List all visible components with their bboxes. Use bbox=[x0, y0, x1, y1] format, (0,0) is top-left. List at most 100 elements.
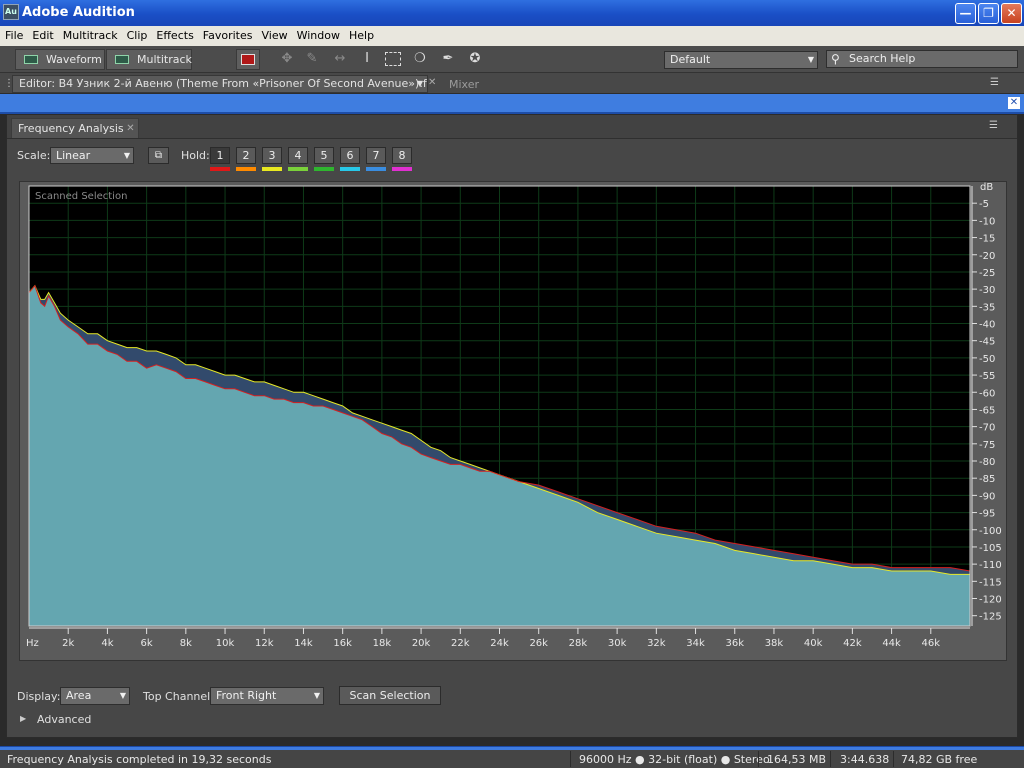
hold-button-7[interactable]: 7 bbox=[366, 147, 386, 164]
menu-multitrack[interactable]: Multitrack bbox=[58, 26, 122, 42]
editor-tab-label: Editor: B4 Узник 2-й Авеню (Theme From «… bbox=[19, 77, 428, 90]
y-tick-label: -55 bbox=[979, 371, 995, 382]
x-tick-label: 16k bbox=[333, 638, 352, 649]
x-tick-label: 14k bbox=[294, 638, 313, 649]
scan-selection-button[interactable]: Scan Selection bbox=[339, 686, 441, 705]
hold-button-8[interactable]: 8 bbox=[392, 147, 412, 164]
move-tool-icon[interactable]: ✥ bbox=[278, 51, 296, 67]
y-tick-label: -5 bbox=[979, 199, 989, 210]
document-tab-bar: ⋮ Editor: B4 Узник 2-й Авеню (Theme From… bbox=[0, 73, 1024, 94]
y-tick-label: -110 bbox=[979, 560, 1002, 571]
tab-editor[interactable]: Editor: B4 Узник 2-й Авеню (Theme From «… bbox=[12, 75, 428, 93]
waveform-view-button[interactable]: Waveform bbox=[15, 49, 105, 70]
y-tick-label: -15 bbox=[979, 234, 995, 245]
tab-frequency-analysis[interactable]: Frequency Analysis ✕ bbox=[11, 118, 139, 138]
panel-menu-icon[interactable]: ☰ bbox=[989, 120, 998, 131]
display-dropdown[interactable]: Area ▼ bbox=[60, 687, 130, 705]
scale-value: Linear bbox=[56, 149, 91, 162]
menu-clip[interactable]: Clip bbox=[122, 26, 152, 42]
y-tick-label: -25 bbox=[979, 268, 995, 279]
menu-window[interactable]: Window bbox=[292, 26, 344, 42]
frequency-chart: Scanned Selection dB -5 -10 -15 -20 -25 -30 -35 -… bbox=[26, 182, 1002, 649]
chevron-down-icon: ▼ bbox=[807, 55, 814, 64]
y-tick-label: -80 bbox=[979, 457, 995, 468]
advanced-toggle[interactable]: Advanced bbox=[37, 713, 91, 726]
scale-dropdown[interactable]: Linear ▼ bbox=[50, 147, 134, 164]
chevron-down-icon[interactable]: ▼ bbox=[417, 76, 423, 92]
restore-button[interactable]: ❐ bbox=[978, 3, 999, 24]
status-format: 96000 Hz ● 32-bit (float) ● Stereo bbox=[579, 753, 770, 766]
menu-file[interactable]: File bbox=[0, 26, 27, 42]
chevron-down-icon: ▼ bbox=[119, 691, 126, 700]
hold-color-swatch-6 bbox=[340, 167, 360, 171]
top-channel-dropdown[interactable]: Front Right ▼ bbox=[210, 687, 324, 705]
y-tick-label: -30 bbox=[979, 285, 995, 296]
multitrack-view-button[interactable]: Multitrack bbox=[106, 49, 192, 70]
workspace-dropdown[interactable]: Default ▼ bbox=[664, 51, 818, 69]
multitrack-icon bbox=[115, 55, 129, 64]
search-help-input[interactable]: ⚲ Search Help bbox=[826, 50, 1018, 68]
y-tick-label: -70 bbox=[979, 423, 995, 434]
x-tick-label: 34k bbox=[686, 638, 705, 649]
search-icon: ⚲ bbox=[831, 52, 840, 66]
panel-menu-icon[interactable]: ☰ bbox=[990, 77, 999, 88]
menu-effects[interactable]: Effects bbox=[151, 26, 197, 42]
x-tick-label: 44k bbox=[882, 638, 901, 649]
app-icon: Au bbox=[3, 4, 19, 20]
y-tick-label: -50 bbox=[979, 354, 995, 365]
spectral-display-button[interactable] bbox=[236, 49, 260, 70]
display-value: Area bbox=[66, 689, 92, 702]
x-tick-label: 32k bbox=[647, 638, 666, 649]
marquee-tool-icon[interactable] bbox=[385, 52, 401, 66]
y-tick-label: -115 bbox=[979, 577, 1002, 588]
copy-icon: ⧉ bbox=[154, 150, 163, 161]
hold-color-swatch-3 bbox=[262, 167, 282, 171]
expand-triangle-icon[interactable]: ▶ bbox=[20, 714, 26, 723]
hold-button-4[interactable]: 4 bbox=[288, 147, 308, 164]
hold-button-2[interactable]: 2 bbox=[236, 147, 256, 164]
hold-label: Hold: bbox=[181, 149, 210, 162]
frequency-plot[interactable]: Scanned Selection dB -5 -10 -15 -20 -25 -30 -35 -… bbox=[19, 181, 1007, 661]
x-tick-label: 4k bbox=[101, 638, 113, 649]
x-tick-label: 8k bbox=[180, 638, 192, 649]
y-tick-label: -90 bbox=[979, 491, 995, 502]
close-icon[interactable]: ✕ bbox=[1008, 97, 1020, 109]
x-tick-label: 22k bbox=[451, 638, 470, 649]
workspace-value: Default bbox=[670, 53, 711, 66]
time-selection-tool-icon[interactable]: I bbox=[358, 51, 376, 67]
editor-drop-bar: ✕ bbox=[0, 94, 1024, 114]
menu-view[interactable]: View bbox=[257, 26, 292, 42]
minimize-button[interactable]: — bbox=[955, 3, 976, 24]
y-tick-label: -85 bbox=[979, 474, 995, 485]
brush-tool-icon[interactable]: ✒ bbox=[439, 51, 457, 67]
hold-button-1[interactable]: 1 bbox=[210, 147, 230, 164]
close-button[interactable]: ✕ bbox=[1001, 3, 1022, 24]
x-tick-label: 30k bbox=[608, 638, 627, 649]
slip-tool-icon[interactable]: ↔ bbox=[331, 51, 349, 67]
copy-to-clipboard-button[interactable]: ⧉ bbox=[148, 147, 169, 164]
menu-help[interactable]: Help bbox=[344, 26, 378, 42]
panel-tab-bar: Frequency Analysis ✕ ☰ bbox=[7, 115, 1017, 139]
x-tick-label: 38k bbox=[765, 638, 784, 649]
tab-mixer[interactable]: Mixer bbox=[449, 78, 479, 91]
hold-button-6[interactable]: 6 bbox=[340, 147, 360, 164]
hold-button-5[interactable]: 5 bbox=[314, 147, 334, 164]
top-channel-value: Front Right bbox=[216, 689, 277, 702]
hold-button-3[interactable]: 3 bbox=[262, 147, 282, 164]
spot-healing-tool-icon[interactable]: ✪ bbox=[466, 51, 484, 67]
close-icon[interactable]: ✕ bbox=[126, 119, 134, 138]
y-unit-label: dB bbox=[980, 182, 993, 193]
menu-edit[interactable]: Edit bbox=[27, 26, 57, 42]
hold-color-swatch-1 bbox=[210, 167, 230, 171]
menu-favorites[interactable]: Favorites bbox=[198, 26, 257, 42]
y-tick-label: -120 bbox=[979, 595, 1002, 606]
status-divider bbox=[758, 751, 759, 767]
spectral-icon bbox=[241, 54, 255, 65]
status-file-size: 164,53 MB bbox=[767, 753, 827, 766]
status-bar: Frequency Analysis completed in 19,32 se… bbox=[0, 746, 1024, 768]
hold-color-swatch-5 bbox=[314, 167, 334, 171]
razor-tool-icon[interactable]: ✎ bbox=[303, 51, 321, 67]
close-icon[interactable]: ✕ bbox=[428, 77, 436, 88]
x-tick-label: 36k bbox=[725, 638, 744, 649]
lasso-tool-icon[interactable]: ❍ bbox=[411, 51, 429, 67]
